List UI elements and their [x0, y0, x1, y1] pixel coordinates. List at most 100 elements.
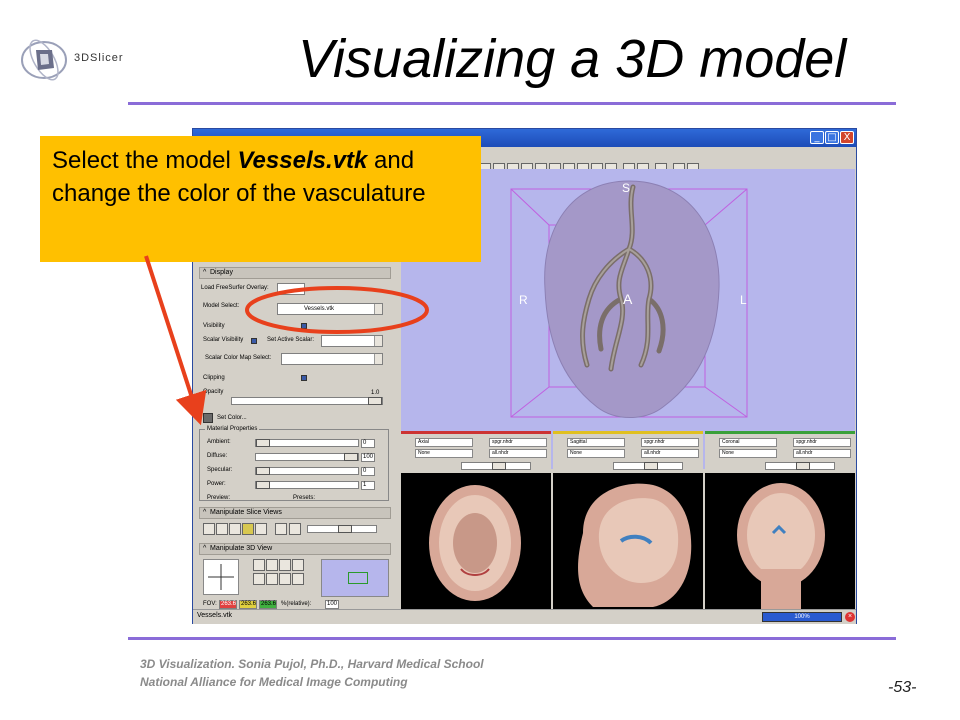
axial-slice-view[interactable] — [401, 473, 551, 611]
axial-orientation-select[interactable]: Axial — [415, 438, 473, 447]
sagittal-slice-controller: Sagittal spgr.nhdr None all.nhdr — [553, 431, 703, 471]
fov-y-field[interactable]: 263.6 — [239, 600, 257, 609]
view-control-icon[interactable] — [253, 559, 265, 571]
layout-icon[interactable] — [255, 523, 267, 535]
axial-labelvolume-select[interactable]: all.nhdr — [489, 449, 547, 458]
view-control-icon[interactable] — [266, 559, 278, 571]
fov-z-field[interactable]: 263.6 — [259, 600, 277, 609]
set-color-button[interactable]: Set Color... — [217, 415, 247, 421]
coronal-label-select[interactable]: None — [719, 449, 777, 458]
stop-icon[interactable]: × — [845, 612, 855, 622]
coronal-volume-select[interactable]: spgr.nhdr — [793, 438, 851, 447]
ambient-slider-handle[interactable] — [256, 439, 270, 447]
slice-views-toolbar — [203, 523, 389, 537]
view-control-icon[interactable] — [266, 573, 278, 585]
coronal-slider-handle[interactable] — [796, 462, 810, 470]
layout-icon[interactable] — [242, 523, 254, 535]
view-control-icon[interactable] — [292, 573, 304, 585]
bottom-rule — [128, 637, 896, 640]
specular-slider-handle[interactable] — [256, 467, 270, 475]
visibility-label: Visibility — [203, 323, 225, 329]
sagittal-labelvolume-select[interactable]: all.nhdr — [641, 449, 699, 458]
chevron-down-icon[interactable] — [374, 304, 382, 314]
load-overlay-button[interactable] — [277, 283, 305, 295]
ambient-value[interactable]: 0 — [361, 439, 375, 448]
power-value[interactable]: 1 — [361, 481, 375, 490]
view-control-icon[interactable] — [279, 559, 291, 571]
layout-icon[interactable] — [203, 523, 215, 535]
visibility-checkbox[interactable] — [301, 323, 307, 329]
ambient-slider[interactable] — [255, 439, 359, 447]
sagittal-label-select[interactable]: None — [567, 449, 625, 458]
manipulate-slice-views-header[interactable]: Manipulate Slice Views — [199, 507, 391, 519]
specular-value[interactable]: 0 — [361, 467, 375, 476]
opacity-slider-handle[interactable] — [368, 397, 382, 405]
opacity-label: Opacity — [203, 389, 224, 395]
progress-bar: 100% — [762, 612, 842, 622]
load-freesurfer-overlay-label: Load FreeSurfer Overlay: — [201, 285, 269, 291]
clipping-checkbox[interactable] — [301, 375, 307, 381]
coronal-mri-image — [737, 483, 825, 609]
sagittal-slider-handle[interactable] — [644, 462, 658, 470]
slice-opacity-slider[interactable] — [307, 525, 377, 533]
fit-icon[interactable] — [275, 523, 287, 535]
diffuse-value[interactable]: 100 — [361, 453, 375, 462]
manipulate-3d-view-header[interactable]: Manipulate 3D View — [199, 543, 391, 555]
chevron-down-icon[interactable] — [374, 336, 382, 346]
material-properties-label: Material Properties — [205, 426, 260, 432]
axial-slice-slider[interactable] — [461, 462, 531, 470]
status-bar: Vessels.vtk 100% × — [193, 609, 856, 624]
layout-icon[interactable] — [229, 523, 241, 535]
sagittal-slice-slider[interactable] — [613, 462, 683, 470]
view-control-icon[interactable] — [292, 559, 304, 571]
zoom-field[interactable]: 100 — [325, 600, 339, 609]
color-map-dropdown[interactable] — [281, 353, 383, 365]
coronal-slice-slider[interactable] — [765, 462, 835, 470]
opacity-value: 1.0 — [371, 390, 380, 396]
diffuse-slider[interactable] — [255, 453, 359, 461]
minimize-button[interactable]: _ — [810, 131, 824, 144]
3d-view-buttons — [243, 559, 313, 587]
display-section-header[interactable]: Display — [199, 267, 391, 279]
3d-view-thumbnail[interactable] — [321, 559, 389, 597]
coronal-orientation-select[interactable]: Coronal — [719, 438, 777, 447]
specular-slider[interactable] — [255, 467, 359, 475]
axial-label-select[interactable]: None — [415, 449, 473, 458]
diffuse-slider-handle[interactable] — [344, 453, 358, 461]
axial-volume-select[interactable]: spgr.nhdr — [489, 438, 547, 447]
coronal-slice-controller: Coronal spgr.nhdr None all.nhdr — [705, 431, 855, 471]
anterior-label: A — [623, 291, 633, 307]
axial-slider-handle[interactable] — [492, 462, 506, 470]
power-label: Power: — [207, 481, 226, 487]
fit-icon[interactable] — [289, 523, 301, 535]
coronal-labelvolume-select[interactable]: all.nhdr — [793, 449, 851, 458]
fov-x-field[interactable]: 263.6 — [219, 600, 237, 609]
sagittal-orientation-select[interactable]: Sagittal — [567, 438, 625, 447]
thumbnail-viewport-box — [348, 572, 368, 584]
view-control-icon[interactable] — [253, 573, 265, 585]
preview-label: Preview: — [207, 495, 231, 501]
scalar-visibility-checkbox[interactable] — [251, 338, 257, 344]
model-select-dropdown[interactable]: Vessels.vtk — [277, 303, 383, 315]
coronal-slice-view[interactable] — [705, 473, 855, 611]
view-orientation-widget[interactable] — [203, 559, 239, 595]
power-slider-handle[interactable] — [256, 481, 270, 489]
sagittal-slice-view[interactable] — [553, 473, 703, 611]
slide: 3DSlicer Visualizing a 3D model _ □ X ^ … — [0, 0, 960, 720]
color-swatch[interactable] — [203, 413, 213, 423]
opacity-slider[interactable] — [231, 397, 383, 405]
fov-label: FOV: — [203, 601, 217, 607]
chevron-down-icon[interactable] — [374, 354, 382, 364]
close-button[interactable]: X — [840, 131, 854, 144]
model-select-label: Model Select: — [203, 303, 240, 309]
scalar-color-map-select-label: Scalar Color Map Select: — [205, 355, 272, 361]
view-control-icon[interactable] — [279, 573, 291, 585]
power-slider[interactable] — [255, 481, 359, 489]
layout-icon[interactable] — [216, 523, 228, 535]
slice-opacity-slider-handle[interactable] — [338, 525, 352, 533]
sagittal-mri-image — [578, 483, 692, 607]
active-scalar-dropdown[interactable] — [321, 335, 383, 347]
maximize-button[interactable]: □ — [825, 131, 839, 144]
logo-text: 3DSlicer — [74, 52, 124, 64]
sagittal-volume-select[interactable]: spgr.nhdr — [641, 438, 699, 447]
